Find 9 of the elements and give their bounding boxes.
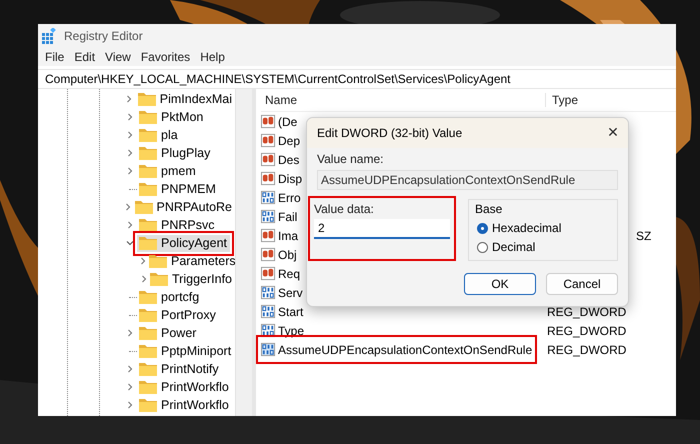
type-cell: SZ [636,228,652,242]
type-cell: REG_DWORD [547,342,626,356]
window-title: Registry Editor [64,29,143,43]
value-name-label: Value name: [317,152,384,166]
type-cell: REG_DWORD [547,304,626,318]
dialog-title: Edit DWORD (32-bit) Value [317,126,462,140]
base-label: Base [475,202,504,216]
value-data-label: Value data: [314,202,375,216]
type-cell: REG_DWORD [547,324,626,338]
